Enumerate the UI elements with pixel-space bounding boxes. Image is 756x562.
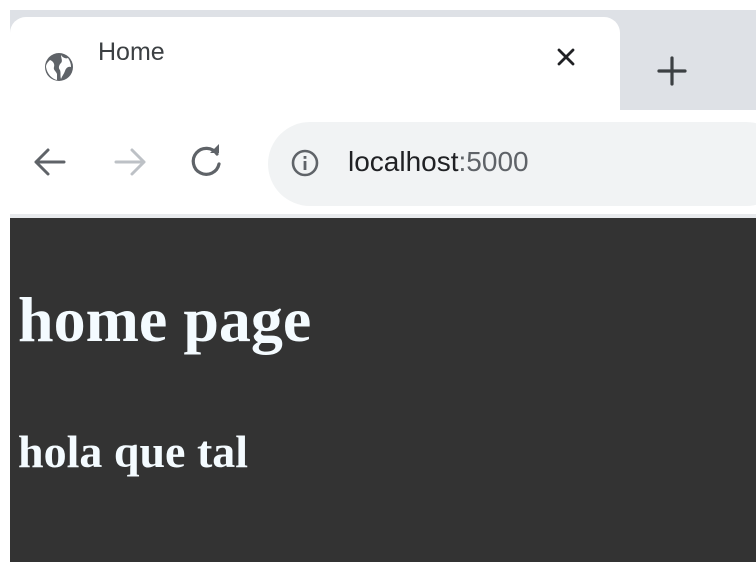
page-subheading: hola que tal <box>18 426 249 477</box>
info-icon[interactable] <box>290 148 320 178</box>
tab-title: Home <box>98 38 165 66</box>
page-heading: home page <box>18 284 312 355</box>
back-arrow-icon[interactable] <box>28 140 72 184</box>
reload-icon[interactable] <box>184 140 228 184</box>
browser-window: Home localhost:5000 home page hola que t… <box>0 0 756 562</box>
page-content: home page hola que tal <box>10 218 756 562</box>
plus-icon[interactable] <box>648 52 696 90</box>
window-top-edge <box>0 0 756 10</box>
globe-icon <box>45 53 73 81</box>
url-text[interactable]: localhost:5000 <box>348 141 529 183</box>
window-left-edge <box>0 0 10 562</box>
url-host: localhost <box>348 146 459 177</box>
forward-arrow-icon[interactable] <box>108 140 152 184</box>
url-port: :5000 <box>458 146 529 177</box>
close-icon[interactable] <box>554 45 578 69</box>
tab-home[interactable]: Home <box>10 17 620 110</box>
